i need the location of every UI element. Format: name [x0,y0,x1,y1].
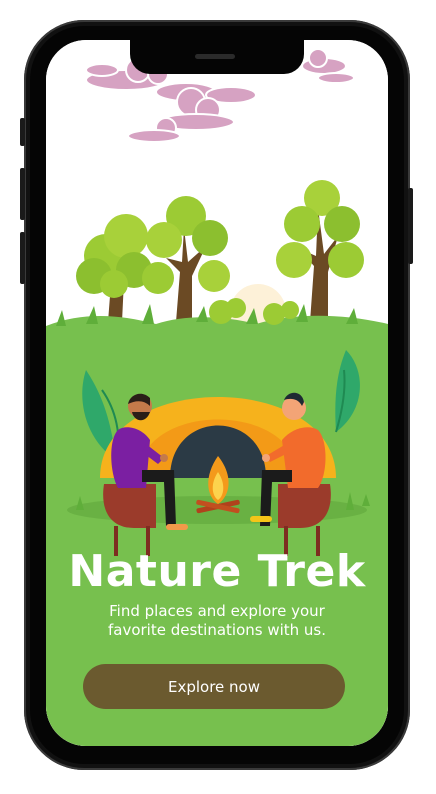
volume-up-button [20,168,25,220]
mute-switch [20,118,25,146]
onboarding-subtitle: Find places and explore your favorite de… [107,602,327,639]
explore-now-button[interactable]: Explore now [83,664,345,709]
notch [130,40,304,74]
camping-illustration [46,40,388,746]
onboarding-title: Nature Trek [68,546,366,597]
power-button [408,188,413,264]
speaker-grille [195,54,235,59]
volume-down-button [20,232,25,284]
phone-screen: Nature Trek Find places and explore your… [46,40,388,746]
